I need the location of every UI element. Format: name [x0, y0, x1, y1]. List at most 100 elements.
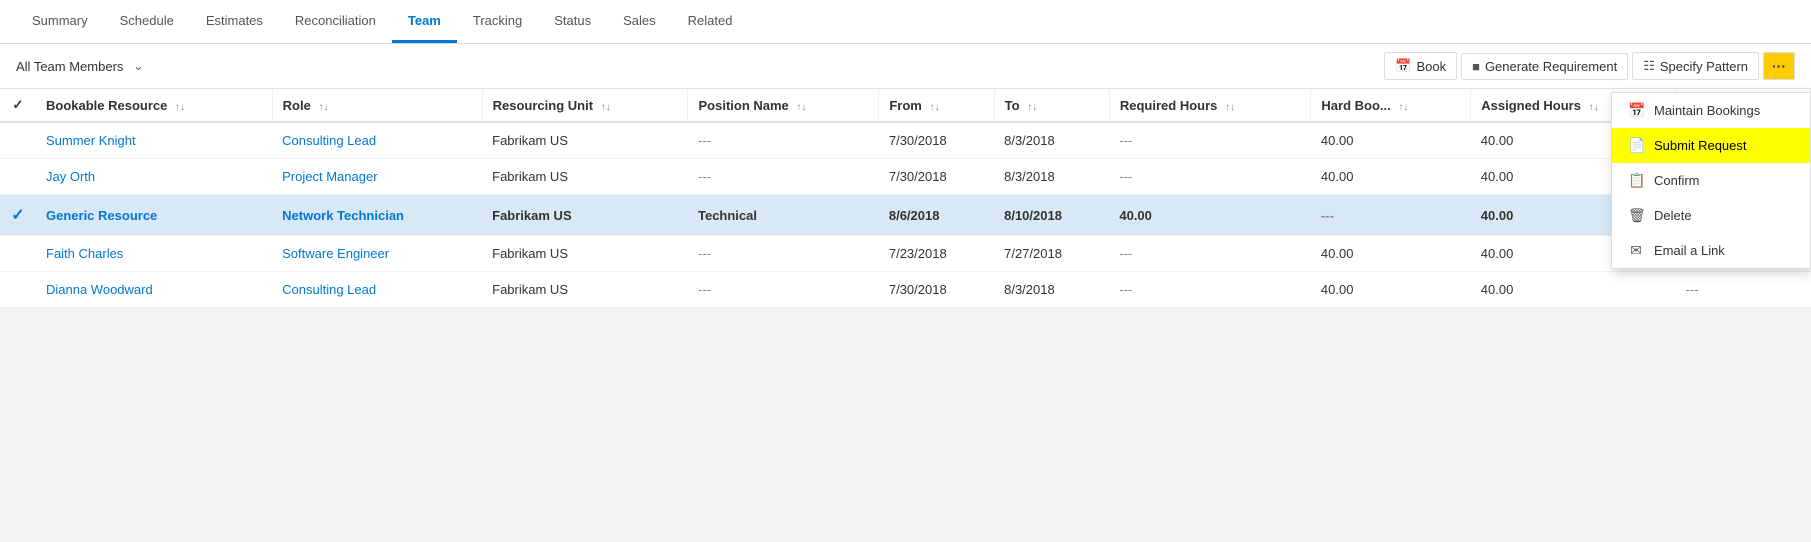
specify-pattern-button[interactable]: ☷ Specify Pattern — [1632, 52, 1759, 80]
sort-to — [1027, 102, 1037, 113]
sort-resourcing-unit — [601, 102, 611, 113]
from-cell: 7/23/2018 — [879, 236, 994, 272]
tab-sales[interactable]: Sales — [607, 1, 672, 43]
position-name-cell: --- — [688, 122, 879, 159]
hard-boo-cell: 40.00 — [1311, 122, 1471, 159]
tab-tracking[interactable]: Tracking — [457, 1, 538, 43]
calendar-menu-icon: 📅 — [1628, 102, 1644, 119]
tab-status[interactable]: Status — [538, 1, 607, 43]
toolbar: All Team Members ⌄ 📅 Book ■ Generate Req… — [0, 44, 1811, 89]
row-checkbox[interactable] — [0, 272, 36, 308]
resourcing-unit-cell: Fabrikam US — [482, 272, 688, 308]
generate-requirement-button[interactable]: ■ Generate Requirement — [1461, 53, 1628, 80]
hard-boo-cell: --- — [1311, 195, 1471, 236]
role-cell[interactable]: Network Technician — [272, 195, 482, 236]
table-row[interactable]: Summer KnightConsulting LeadFabrikam US-… — [0, 122, 1811, 159]
col-bookable-resource[interactable]: Bookable Resource — [36, 89, 272, 122]
table-header-row: ✓ Bookable Resource Role Resourcing Unit… — [0, 89, 1811, 122]
menu-item-confirm[interactable]: 📋 Confirm — [1612, 163, 1810, 198]
bookable-resource-cell[interactable]: Dianna Woodward — [36, 272, 272, 308]
team-table-container: ✓ Bookable Resource Role Resourcing Unit… — [0, 89, 1811, 308]
role-cell[interactable]: Consulting Lead — [272, 122, 482, 159]
position-name-cell: Technical — [688, 195, 879, 236]
book-button[interactable]: 📅 Book — [1384, 52, 1457, 80]
required-hours-cell: --- — [1109, 272, 1311, 308]
table-row[interactable]: Jay OrthProject ManagerFabrikam US---7/3… — [0, 159, 1811, 195]
from-cell: 8/6/2018 — [879, 195, 994, 236]
col-hard-boo[interactable]: Hard Boo... — [1311, 89, 1471, 122]
menu-item-submit[interactable]: 📄 Submit Request — [1612, 128, 1810, 163]
to-cell: 8/3/2018 — [994, 159, 1109, 195]
doc-check-icon: 📄 — [1628, 137, 1644, 154]
row-checkbox[interactable] — [0, 236, 36, 272]
filter-label: All Team Members — [16, 59, 123, 74]
select-all-checkbox[interactable]: ✓ — [13, 97, 24, 112]
col-to[interactable]: To — [994, 89, 1109, 122]
resource-cell: --- — [1676, 272, 1811, 308]
envelope-icon: ✉ — [1628, 242, 1644, 259]
resourcing-unit-cell: Fabrikam US — [482, 159, 688, 195]
from-cell: 7/30/2018 — [879, 272, 994, 308]
role-cell[interactable]: Consulting Lead — [272, 272, 482, 308]
col-required-hours[interactable]: Required Hours — [1109, 89, 1311, 122]
doc-lines-icon: 📋 — [1628, 172, 1644, 189]
row-checkbox[interactable] — [0, 122, 36, 159]
filter-chevron[interactable]: ⌄ — [129, 57, 147, 75]
calendar-icon: 📅 — [1395, 58, 1411, 74]
table-row[interactable]: Dianna WoodwardConsulting LeadFabrikam U… — [0, 272, 1811, 308]
col-from[interactable]: From — [879, 89, 994, 122]
menu-item-delete[interactable]: 🗑 Delete — [1612, 198, 1810, 233]
nav-tabs: Summary Schedule Estimates Reconciliatio… — [0, 0, 1811, 44]
generate-icon: ■ — [1472, 59, 1480, 74]
grid-icon: ☷ — [1643, 58, 1655, 74]
sort-required-hours — [1225, 102, 1235, 113]
role-cell[interactable]: Software Engineer — [272, 236, 482, 272]
bookable-resource-cell[interactable]: Faith Charles — [36, 236, 272, 272]
more-options-button[interactable]: ··· — [1763, 52, 1795, 80]
resourcing-unit-cell: Fabrikam US — [482, 236, 688, 272]
menu-item-maintain[interactable]: 📅 Maintain Bookings — [1612, 93, 1810, 128]
to-cell: 8/10/2018 — [994, 195, 1109, 236]
required-hours-cell: --- — [1109, 159, 1311, 195]
resourcing-unit-cell: Fabrikam US — [482, 122, 688, 159]
trash-icon: 🗑 — [1628, 207, 1644, 224]
tab-team[interactable]: Team — [392, 1, 457, 43]
table-row[interactable]: ✓ Generic ResourceNetwork TechnicianFabri… — [0, 195, 1811, 236]
checkmark-icon: ✓ — [11, 207, 24, 224]
col-check: ✓ — [0, 89, 36, 122]
role-cell[interactable]: Project Manager — [272, 159, 482, 195]
col-position-name[interactable]: Position Name — [688, 89, 879, 122]
position-name-cell: --- — [688, 159, 879, 195]
tab-related[interactable]: Related — [672, 1, 749, 43]
from-cell: 7/30/2018 — [879, 159, 994, 195]
tab-reconciliation[interactable]: Reconciliation — [279, 1, 392, 43]
assigned-hours-cell: 40.00 — [1471, 272, 1676, 308]
row-checkbox[interactable]: ✓ — [0, 195, 36, 236]
position-name-cell: --- — [688, 272, 879, 308]
to-cell: 7/27/2018 — [994, 236, 1109, 272]
bookable-resource-cell[interactable]: Jay Orth — [36, 159, 272, 195]
sort-position-name — [796, 102, 806, 113]
to-cell: 8/3/2018 — [994, 122, 1109, 159]
sort-hard-boo — [1398, 102, 1408, 113]
resourcing-unit-cell: Fabrikam US — [482, 195, 688, 236]
from-cell: 7/30/2018 — [879, 122, 994, 159]
hard-boo-cell: 40.00 — [1311, 272, 1471, 308]
sort-role — [318, 102, 328, 113]
bookable-resource-cell[interactable]: Summer Knight — [36, 122, 272, 159]
col-role[interactable]: Role — [272, 89, 482, 122]
tab-schedule[interactable]: Schedule — [104, 1, 190, 43]
row-checkbox[interactable] — [0, 159, 36, 195]
table-row[interactable]: Faith CharlesSoftware EngineerFabrikam U… — [0, 236, 1811, 272]
hard-boo-cell: 40.00 — [1311, 159, 1471, 195]
tab-summary[interactable]: Summary — [16, 1, 104, 43]
context-menu: 📅 Maintain Bookings 📄 Submit Request 📋 C… — [1611, 92, 1811, 269]
tab-estimates[interactable]: Estimates — [190, 1, 279, 43]
col-resourcing-unit[interactable]: Resourcing Unit — [482, 89, 688, 122]
bookable-resource-cell[interactable]: Generic Resource — [36, 195, 272, 236]
required-hours-cell: 40.00 — [1109, 195, 1311, 236]
menu-item-email[interactable]: ✉ Email a Link — [1612, 233, 1810, 268]
team-table: ✓ Bookable Resource Role Resourcing Unit… — [0, 89, 1811, 308]
to-cell: 8/3/2018 — [994, 272, 1109, 308]
sort-from — [929, 102, 939, 113]
